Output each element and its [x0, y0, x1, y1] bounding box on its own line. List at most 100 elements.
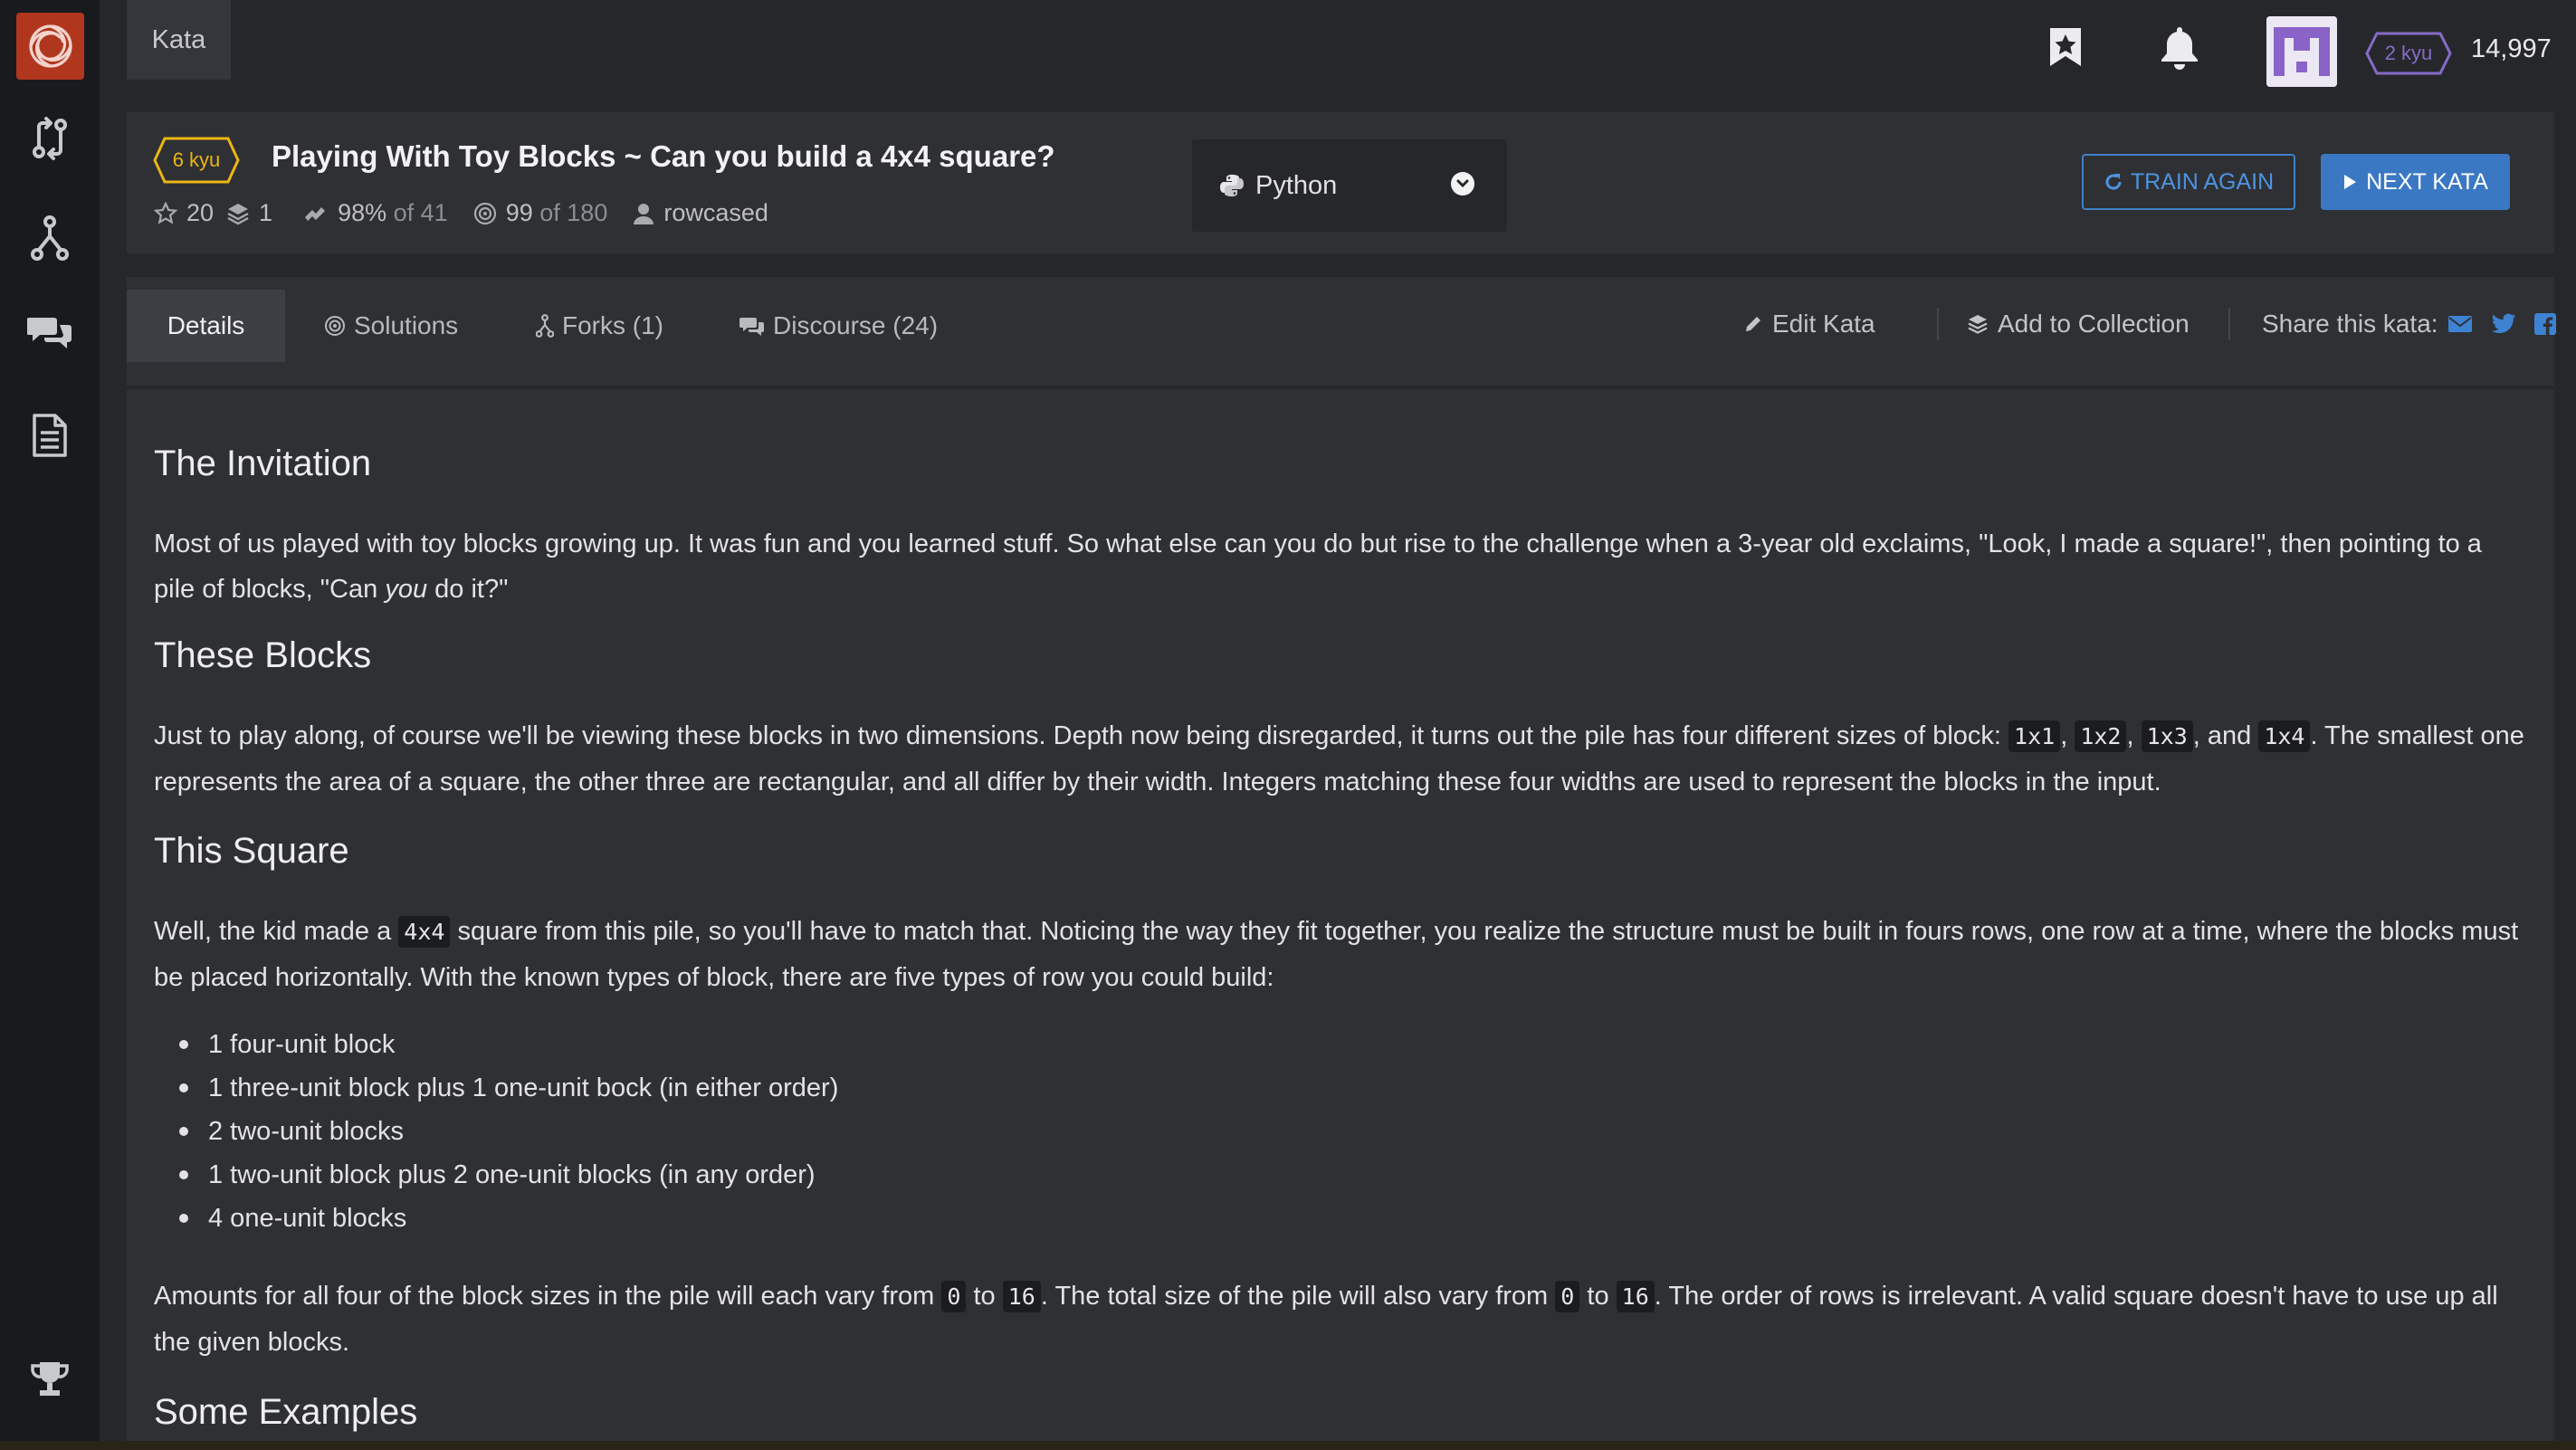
tab-discourse-label: Discourse (24)	[773, 311, 939, 339]
share-facebook-button[interactable]	[2534, 304, 2565, 344]
completed-count: 99	[505, 199, 533, 226]
train-again-label: TRAIN AGAIN	[2130, 168, 2275, 195]
kata-title: Playing With Toy Blocks ~ Can you build …	[272, 139, 1055, 173]
heading-invitation: The Invitation	[154, 444, 372, 483]
collections-count: 1	[259, 199, 273, 226]
next-kata-button[interactable]: NEXT KATA	[2321, 154, 2510, 210]
trophy-icon	[31, 1362, 69, 1396]
edit-kata-label: Edit Kata	[1772, 310, 1875, 338]
code-4x4: 4x4	[398, 916, 451, 948]
code-0: 0	[1555, 1281, 1580, 1312]
kata-description: The Invitation Most of us played with to…	[127, 389, 2554, 1450]
paragraph-invitation: Most of us played with toy blocks growin…	[154, 529, 2482, 604]
collections-stat: 1	[226, 199, 272, 227]
play-icon	[2344, 175, 2357, 189]
chevron-down-icon	[1451, 172, 1474, 196]
satisfaction-stat: 98% of 41	[303, 199, 448, 227]
codewars-logo[interactable]	[16, 13, 84, 80]
user-rank-badge[interactable]: 2 kyu	[2364, 31, 2453, 76]
paragraph-these-blocks: Just to play along, of course we'll be v…	[154, 720, 2524, 797]
completed-total: of 180	[539, 199, 608, 226]
satisfaction-rate: 98%	[338, 199, 387, 226]
code-1x4: 1x4	[2258, 720, 2311, 752]
heading-these-blocks: These Blocks	[154, 635, 372, 675]
facebook-icon	[2534, 313, 2556, 335]
code-1x2: 1x2	[2075, 720, 2127, 752]
main-area: Kata 2 kyu 14,997 6 kyu Playing With Toy…	[100, 0, 2576, 1450]
tab-discourse[interactable]: Discourse (24)	[739, 290, 938, 362]
python-icon	[1220, 175, 1244, 196]
breadcrumb-kata[interactable]: Kata	[127, 0, 231, 80]
pencil-icon	[1746, 317, 1760, 331]
practice-arrows-icon	[33, 117, 67, 160]
target-icon	[473, 202, 496, 224]
edit-kata-link[interactable]: Edit Kata	[1743, 304, 1875, 344]
user-rank-text: 2 kyu	[2384, 42, 2433, 64]
bottom-edge	[0, 1441, 2576, 1450]
email-icon	[2448, 316, 2472, 332]
refresh-icon	[2105, 174, 2122, 190]
twitter-icon	[2492, 313, 2516, 334]
action-divider	[2228, 308, 2230, 340]
sidebar-practice[interactable]	[0, 107, 100, 170]
add-to-collection-link[interactable]: Add to Collection	[1967, 304, 2190, 344]
sidebar-community[interactable]	[0, 206, 100, 270]
target-icon	[325, 316, 345, 336]
bookmark-star-icon	[2050, 28, 2081, 66]
layers-icon	[227, 203, 249, 224]
code-1x3: 1x3	[2141, 720, 2193, 752]
chat-bubbles-icon	[27, 318, 72, 348]
kata-rank-badge: 6 kyu	[152, 136, 241, 185]
tab-solutions[interactable]: Solutions	[324, 290, 458, 362]
layers-icon	[1968, 315, 1988, 334]
code-16: 16	[1616, 1281, 1655, 1312]
tab-details-label: Details	[167, 311, 245, 339]
tab-solutions-label: Solutions	[354, 311, 459, 339]
add-to-collection-label: Add to Collection	[1998, 310, 2190, 338]
language-selected: Python	[1255, 170, 1338, 200]
share-text: Share this kata:	[2262, 310, 2438, 338]
train-again-button[interactable]: TRAIN AGAIN	[2082, 154, 2295, 210]
action-divider	[1937, 308, 1939, 340]
logo-spiral-icon	[28, 24, 72, 68]
code-16: 16	[1002, 1281, 1041, 1312]
tab-details[interactable]: Details	[127, 290, 285, 362]
kata-rank-text: 6 kyu	[172, 148, 221, 171]
sidebar-leaderboard[interactable]	[0, 1349, 100, 1412]
list-item: 4 one-unit blocks	[154, 1197, 838, 1240]
heading-some-examples: Some Examples	[154, 1392, 418, 1432]
chat-bubbles-icon	[739, 318, 764, 336]
language-select[interactable]: Python	[1192, 139, 1507, 232]
bell-icon	[2161, 27, 2198, 70]
share-email-button[interactable]	[2447, 304, 2482, 344]
share-twitter-button[interactable]	[2491, 304, 2525, 344]
honor-score: 14,997	[2471, 34, 2552, 63]
bookmark-button[interactable]	[2038, 20, 2093, 74]
tab-forks[interactable]: Forks (1)	[536, 290, 663, 362]
author-name: rowcased	[663, 199, 768, 226]
list-item: 2 two-unit blocks	[154, 1110, 838, 1153]
fork-icon	[536, 314, 554, 338]
thumbs-icon	[305, 206, 326, 221]
notifications-button[interactable]	[2152, 20, 2207, 74]
row-types-list: 1 four-unit block 1 three-unit block plu…	[154, 1023, 838, 1240]
heading-this-square: This Square	[154, 831, 349, 871]
user-avatar[interactable]	[2266, 16, 2337, 87]
author-stat[interactable]: rowcased	[633, 199, 768, 227]
document-icon	[33, 414, 67, 457]
stars-stat[interactable]: 20	[154, 199, 214, 227]
list-item: 1 three-unit block plus 1 one-unit bock …	[154, 1066, 838, 1110]
stars-count: 20	[186, 199, 215, 226]
sidebar-discuss[interactable]	[0, 300, 100, 364]
list-item: 1 four-unit block	[154, 1023, 838, 1066]
satisfaction-votes: of 41	[393, 199, 448, 226]
sidebar-docs[interactable]	[0, 404, 100, 467]
fork-icon	[31, 215, 69, 261]
list-item: 1 two-unit block plus 2 one-unit blocks …	[154, 1153, 838, 1197]
code-1x1: 1x1	[2008, 720, 2061, 752]
tab-forks-label: Forks (1)	[562, 311, 663, 339]
share-label: Share this kata:	[2262, 304, 2438, 344]
next-kata-label: NEXT KATA	[2366, 168, 2488, 195]
code-0: 0	[941, 1281, 967, 1312]
user-icon	[634, 203, 654, 224]
